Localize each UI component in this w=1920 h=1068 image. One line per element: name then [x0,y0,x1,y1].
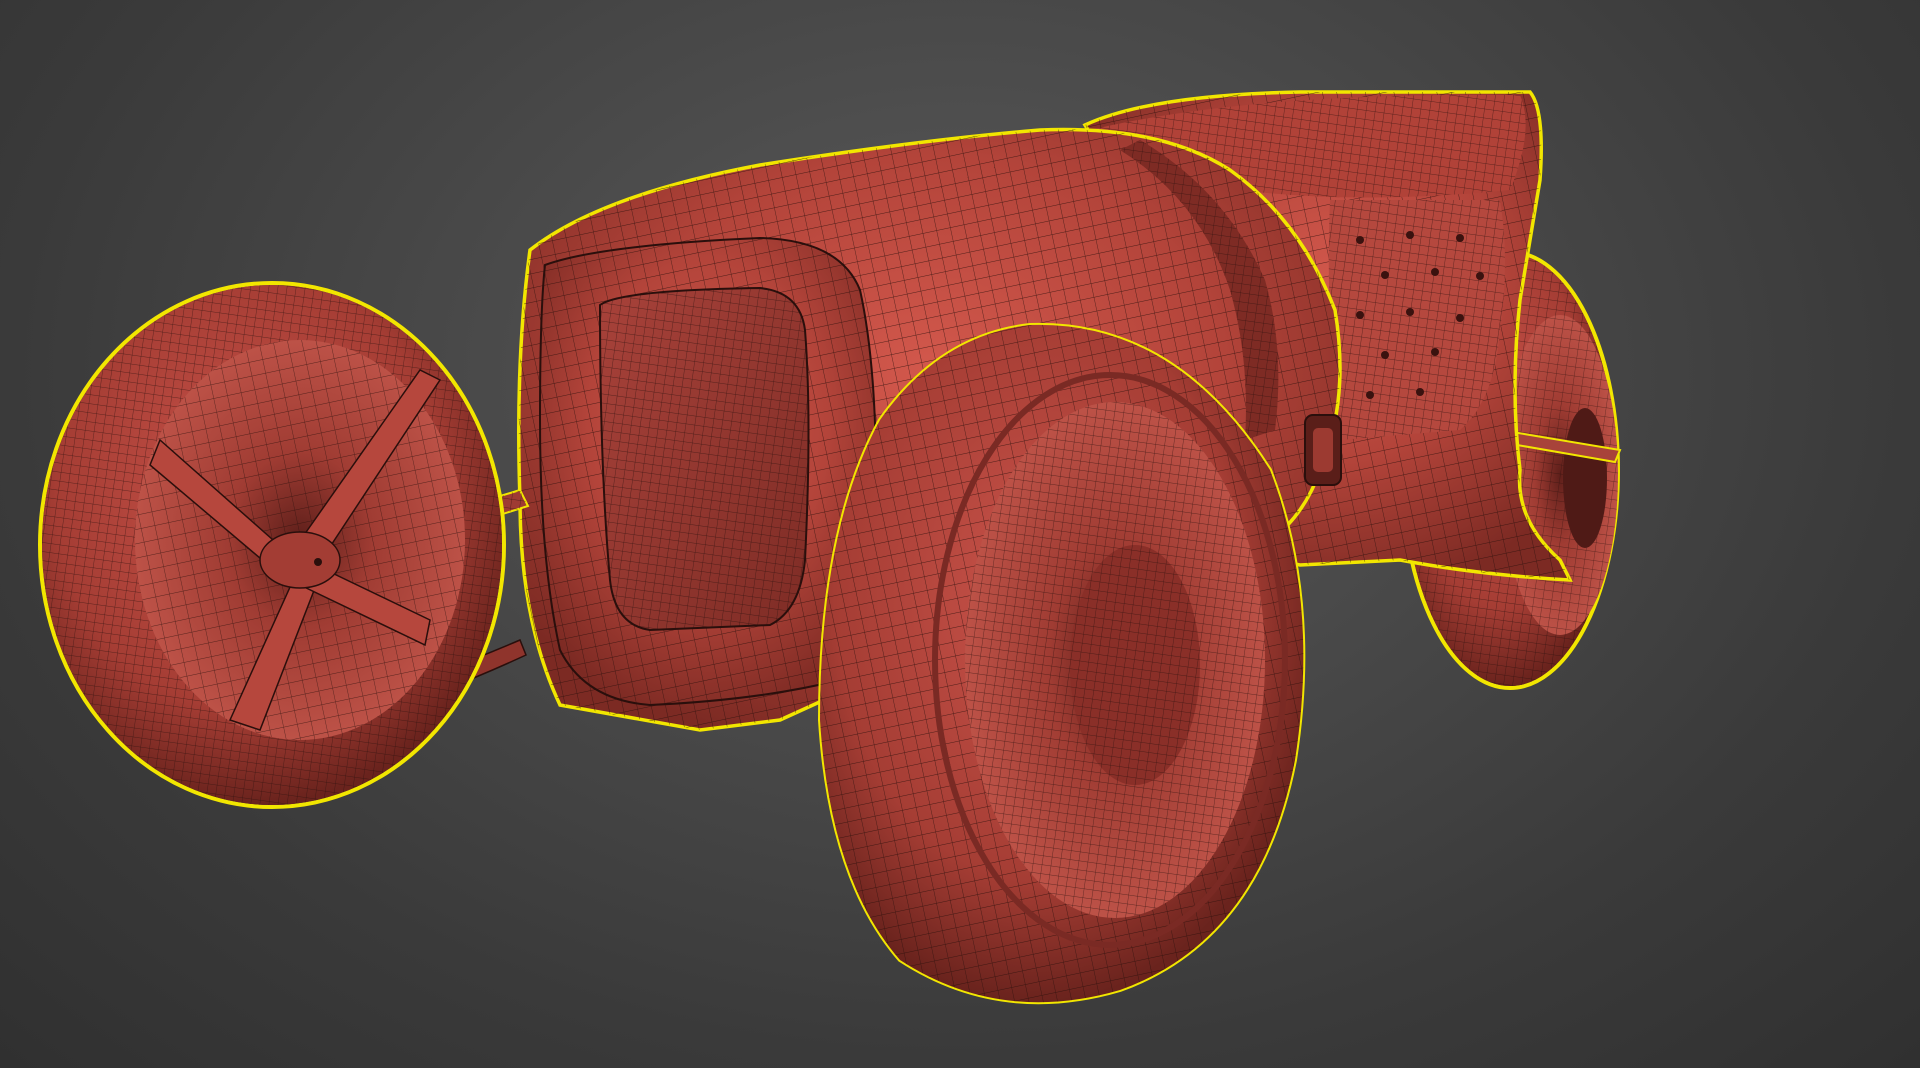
front-right-wheel [817,322,1306,1005]
3d-viewport[interactable] [0,0,1920,1068]
viewport-scene [38,90,1622,1005]
front-left-wheel [38,281,506,809]
